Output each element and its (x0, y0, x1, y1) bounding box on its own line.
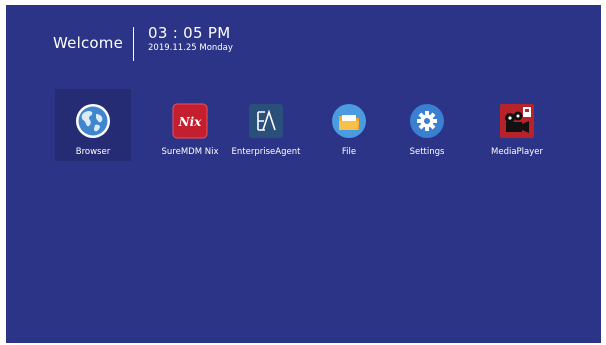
app-browser[interactable]: Browser (55, 89, 131, 161)
launcher-screen: Welcome 03 : 05 PM 2019.11.25 Monday Bro… (6, 5, 601, 343)
welcome-text: Welcome (53, 34, 124, 52)
clock: 03 : 05 PM 2019.11.25 Monday (148, 25, 233, 54)
enterprise-agent-icon (248, 103, 284, 139)
app-media-player[interactable]: MediaPlayer (479, 89, 555, 161)
app-label: EnterpriseAgent (231, 147, 301, 157)
app-label: Browser (75, 147, 111, 157)
film-camera-icon (499, 103, 535, 139)
svg-text:Nix: Nix (178, 115, 203, 129)
app-label: Settings (409, 147, 445, 157)
app-file[interactable]: File (311, 89, 387, 161)
clock-time: 03 : 05 PM (148, 24, 231, 42)
globe-icon (75, 103, 111, 139)
app-label: File (341, 147, 357, 157)
app-label: SureMDM Nix (161, 147, 219, 157)
app-suremdm-nix[interactable]: Nix SureMDM Nix (152, 89, 228, 161)
app-settings[interactable]: Settings (389, 89, 465, 161)
gear-icon (409, 103, 445, 139)
header-divider (133, 27, 134, 61)
clock-date: 2019.11.25 Monday (148, 43, 233, 53)
app-enterprise-agent[interactable]: EnterpriseAgent (228, 89, 304, 161)
app-label: MediaPlayer (491, 147, 543, 157)
nix-icon: Nix (172, 103, 208, 139)
folder-icon (331, 103, 367, 139)
